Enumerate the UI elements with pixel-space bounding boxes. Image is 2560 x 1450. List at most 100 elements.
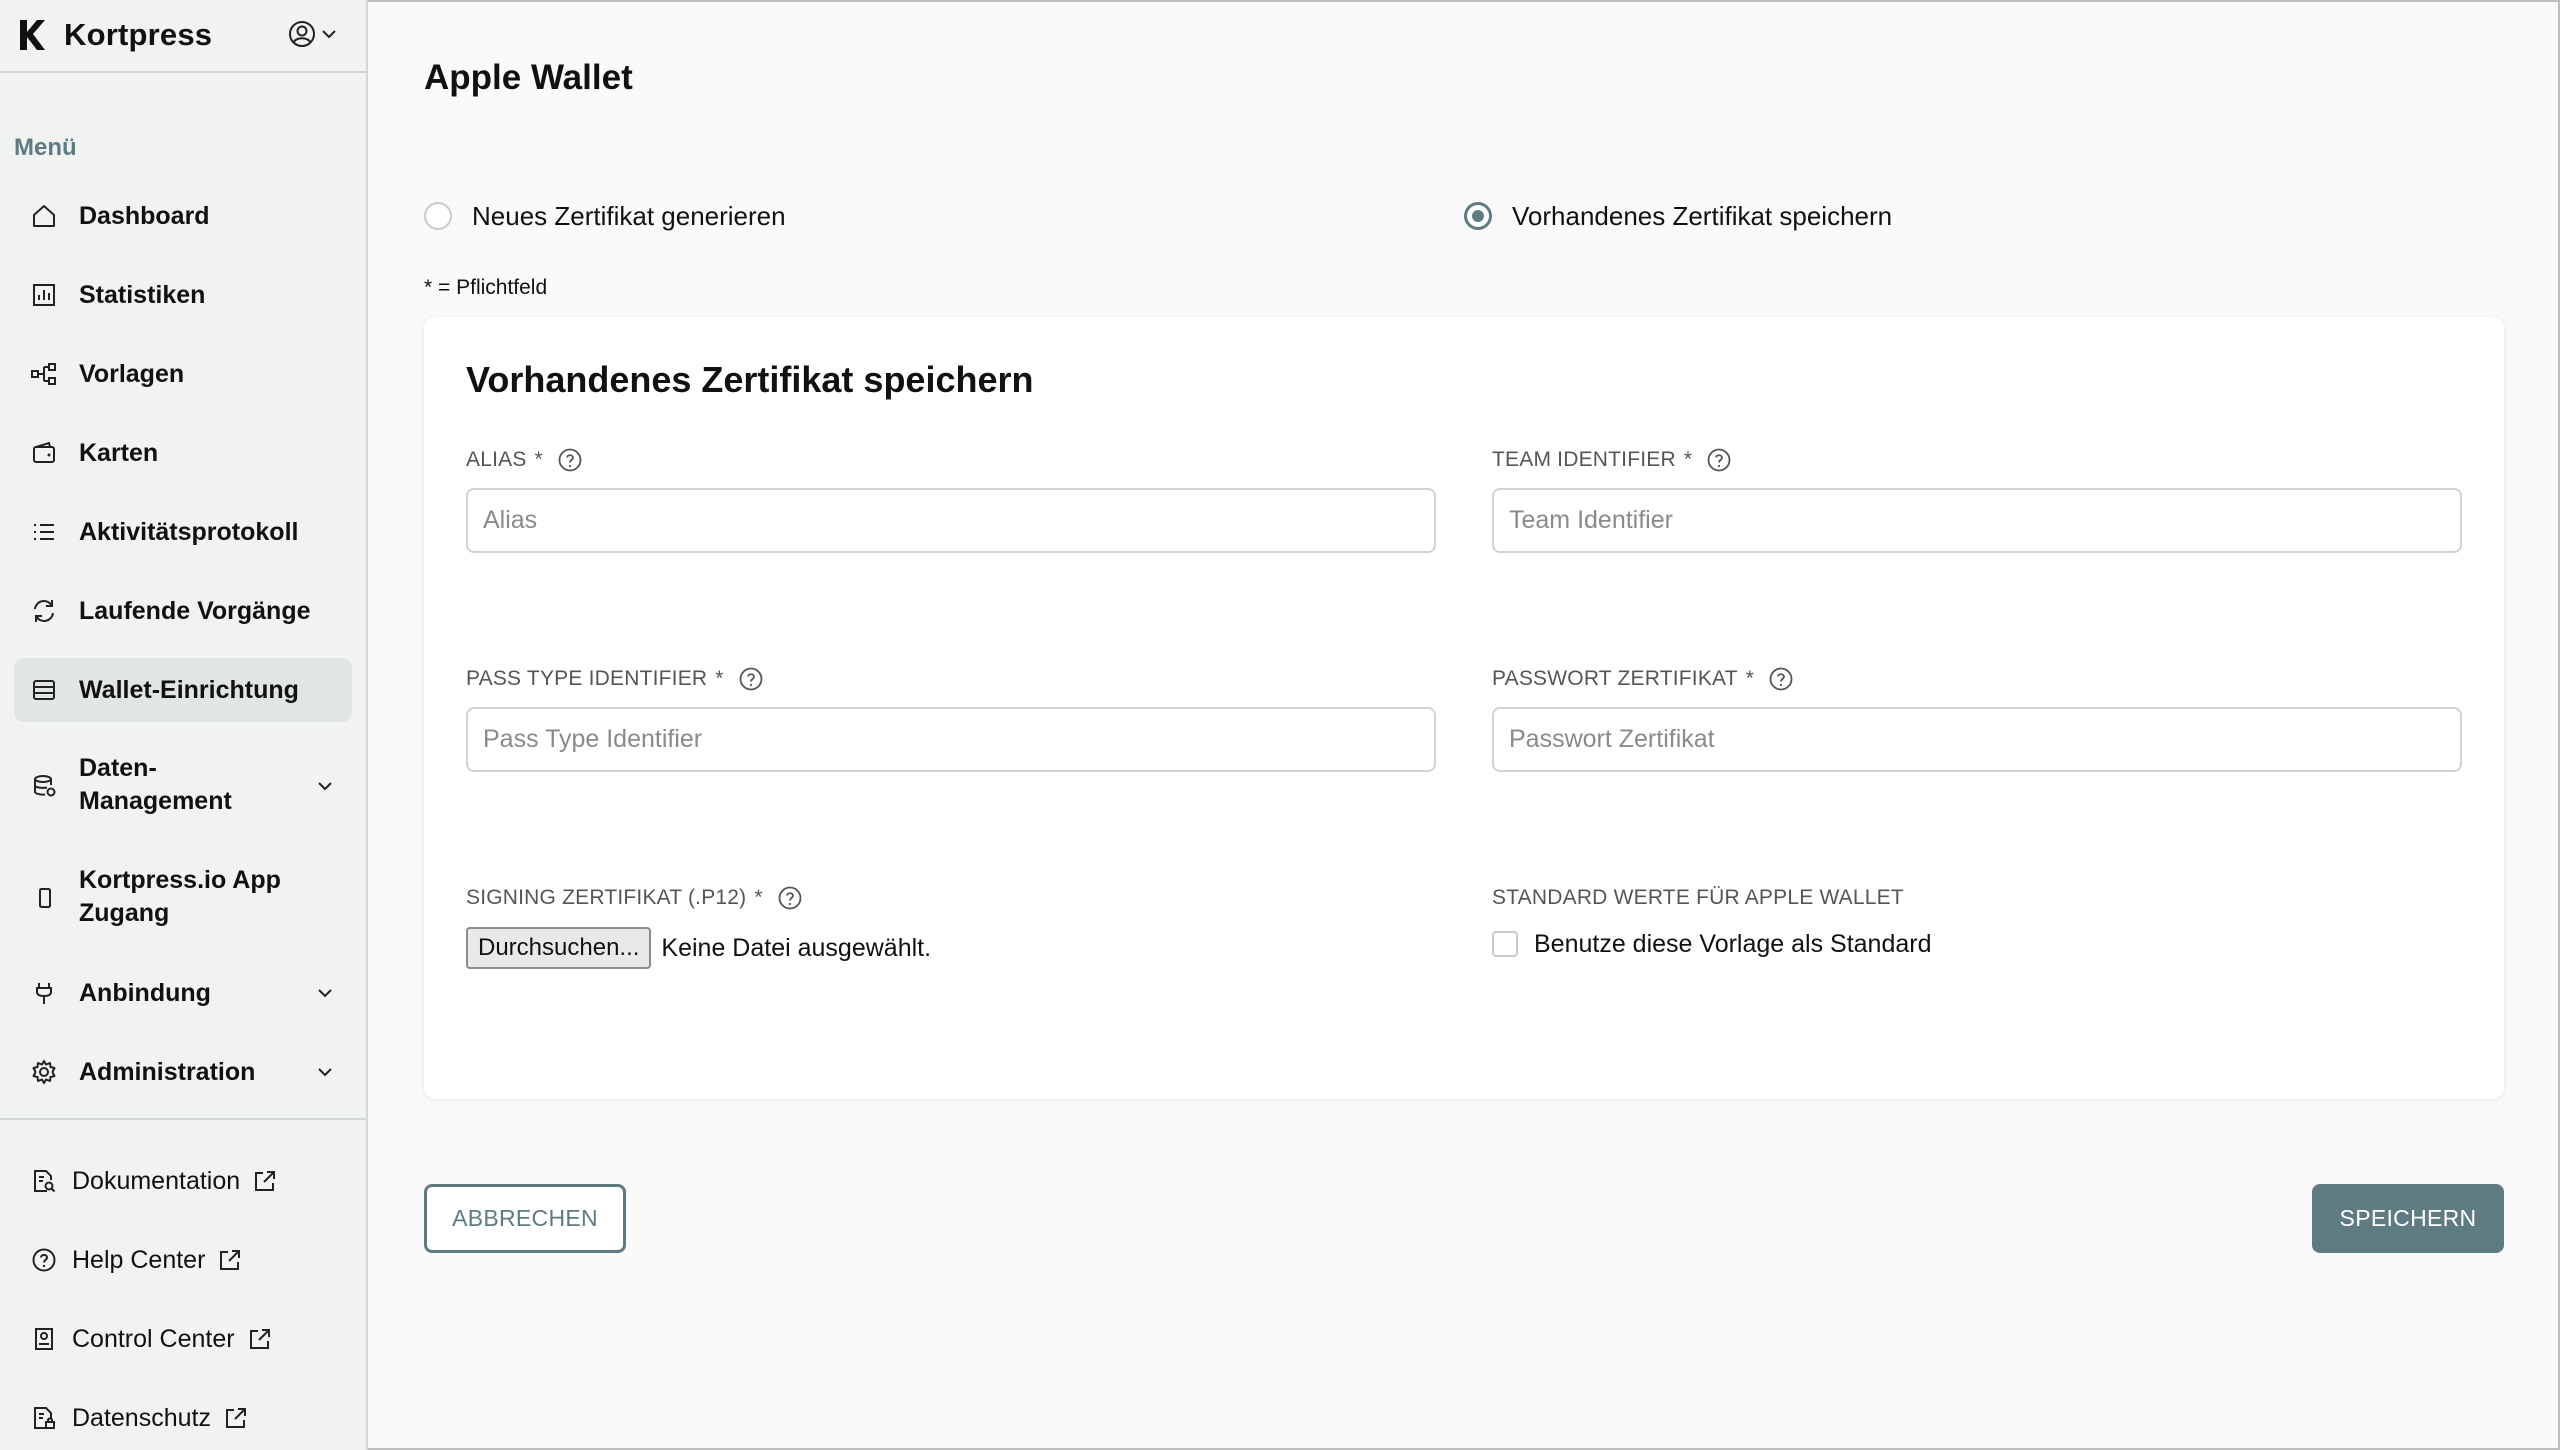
required-marker: *: [534, 448, 543, 471]
standard-template-checkbox-row[interactable]: Benutze diese Vorlage als Standard: [1492, 926, 1932, 962]
external-link-datenschutz[interactable]: Datenschutz: [14, 1393, 249, 1443]
help-icon[interactable]: [777, 885, 803, 911]
sidebar-item-statistiken[interactable]: Statistiken: [14, 263, 352, 327]
standard-werte-label: STANDARD WERTE FÜR APPLE WALLET: [1492, 883, 1904, 913]
privacy-document-icon: [30, 1404, 58, 1432]
document-search-icon: [30, 1167, 58, 1195]
sidebar-item-label: Aktivitätsprotokoll: [79, 517, 299, 546]
brand-header: Kortpress: [0, 0, 366, 73]
chevron-down-icon: [314, 1061, 336, 1083]
wallet-setup-icon: [30, 676, 58, 704]
certificate-form-card: Vorhandenes Zertifikat speichern ALIAS *…: [424, 317, 2504, 1099]
alias-input[interactable]: [466, 488, 1436, 553]
sidebar-item-label-line1: Daten-: [79, 754, 157, 782]
sidebar-item-vorlagen[interactable]: Vorlagen: [14, 342, 352, 406]
external-link-label: Control Center: [72, 1324, 235, 1353]
save-button[interactable]: SPEICHERN: [2312, 1184, 2504, 1253]
radio-neues-zertifikat[interactable]: Neues Zertifikat generieren: [424, 198, 786, 234]
file-upload: Durchsuchen... Keine Datei ausgewählt.: [466, 927, 931, 969]
pass-type-identifier-input[interactable]: [466, 707, 1436, 772]
smartphone-icon: [30, 884, 58, 912]
sidebar-item-label: Kortpress.io App Zugang: [79, 864, 281, 930]
passwort-zertifikat-label: PASSWORT ZERTIFIKAT *: [1492, 664, 1794, 694]
standard-template-checkbox[interactable]: [1492, 931, 1518, 957]
required-marker: *: [754, 886, 763, 909]
sidebar-item-karten[interactable]: Karten: [14, 421, 352, 485]
passwort-zertifikat-input[interactable]: [1492, 707, 2462, 772]
help-circle-icon: [30, 1246, 58, 1274]
sidebar-item-wallet-einrichtung[interactable]: Wallet-Einrichtung: [14, 658, 352, 722]
file-status-text: Keine Datei ausgewählt.: [661, 933, 932, 962]
plug-icon: [30, 979, 58, 1007]
user-circle-icon: [288, 20, 316, 53]
help-icon[interactable]: [1768, 666, 1794, 692]
sidebar-divider: [0, 1118, 366, 1120]
sidebar-item-laufende-vorgaenge[interactable]: Laufende Vorgänge: [14, 579, 352, 643]
alias-label-text: ALIAS: [466, 448, 527, 471]
sidebar-item-label-line2: Zugang: [79, 899, 170, 927]
cancel-button[interactable]: ABBRECHEN: [424, 1184, 626, 1253]
browse-file-button[interactable]: Durchsuchen...: [466, 927, 652, 969]
brand-name[interactable]: Kortpress: [64, 17, 212, 53]
required-marker: *: [1745, 667, 1755, 690]
team-identifier-label-text: TEAM IDENTIFIER: [1492, 448, 1676, 471]
external-link-icon: [223, 1405, 249, 1431]
sidebar-item-label: Anbindung: [79, 978, 211, 1007]
team-identifier-label: TEAM IDENTIFIER *: [1492, 445, 1732, 475]
chevron-down-icon: [314, 982, 336, 1004]
sidebar-item-anbindung[interactable]: Anbindung: [14, 961, 352, 1025]
radio-button-selected[interactable]: [1464, 202, 1492, 230]
external-link-label: Help Center: [72, 1245, 206, 1274]
standard-werte-label-text: STANDARD WERTE FÜR APPLE WALLET: [1492, 886, 1904, 909]
templates-icon: [30, 360, 58, 388]
alias-label: ALIAS *: [466, 445, 583, 475]
help-icon[interactable]: [1706, 447, 1732, 473]
pass-type-identifier-label: PASS TYPE IDENTIFIER *: [466, 664, 764, 694]
chevron-down-icon: [320, 25, 338, 48]
team-identifier-input[interactable]: [1492, 488, 2462, 553]
wallet-card-icon: [30, 439, 58, 467]
help-icon[interactable]: [557, 447, 583, 473]
control-center-icon: [30, 1325, 58, 1353]
sidebar-item-aktivitaetsprotokoll[interactable]: Aktivitätsprotokoll: [14, 500, 352, 564]
sidebar-item-label: Daten- Management: [79, 752, 232, 818]
sidebar-item-label-line2: Management: [79, 787, 232, 815]
checkbox-label: Benutze diese Vorlage als Standard: [1534, 929, 1932, 958]
external-link-icon: [252, 1168, 278, 1194]
required-marker: *: [715, 667, 724, 690]
sidebar: Kortpress Menü Dashboard Statistiken Vor…: [0, 0, 368, 1450]
radio-label: Neues Zertifikat generieren: [472, 200, 786, 231]
kortpress-logo-icon[interactable]: [18, 18, 46, 52]
radio-vorhandenes-zertifikat[interactable]: Vorhandenes Zertifikat speichern: [1464, 198, 1892, 234]
external-link-icon: [217, 1247, 243, 1273]
external-link-dokumentation[interactable]: Dokumentation: [14, 1156, 278, 1206]
bar-chart-icon: [30, 281, 58, 309]
required-marker: *: [1683, 448, 1693, 471]
external-link-label: Dokumentation: [72, 1166, 241, 1195]
sidebar-item-label: Karten: [79, 438, 159, 467]
user-menu[interactable]: [288, 20, 344, 52]
radio-button[interactable]: [424, 202, 452, 230]
list-icon: [30, 518, 58, 546]
home-icon: [30, 202, 58, 230]
sidebar-item-label: Vorlagen: [79, 359, 185, 388]
sidebar-item-dashboard[interactable]: Dashboard: [14, 184, 352, 248]
external-link-control-center[interactable]: Control Center: [14, 1314, 273, 1364]
sidebar-item-label: Administration: [79, 1057, 256, 1086]
page-title: Apple Wallet: [424, 58, 633, 97]
refresh-icon: [30, 597, 58, 625]
sidebar-item-administration[interactable]: Administration: [14, 1040, 352, 1104]
pass-type-identifier-label-text: PASS TYPE IDENTIFIER: [466, 667, 708, 690]
form-title: Vorhandenes Zertifikat speichern: [466, 359, 1034, 400]
gear-icon: [30, 1058, 58, 1086]
signing-zertifikat-label-text: SIGNING ZERTIFIKAT (.P12): [466, 886, 747, 909]
sidebar-item-daten-management[interactable]: Daten- Management: [14, 750, 352, 822]
external-link-help-center[interactable]: Help Center: [14, 1235, 243, 1285]
database-icon: [30, 772, 58, 800]
required-field-note: * = Pflichtfeld: [424, 276, 548, 299]
sidebar-item-app-zugang[interactable]: Kortpress.io App Zugang: [14, 862, 352, 934]
help-icon[interactable]: [738, 666, 764, 692]
sidebar-item-label-line1: Kortpress.io App: [79, 866, 281, 894]
radio-label: Vorhandenes Zertifikat speichern: [1512, 200, 1893, 231]
chevron-down-icon: [314, 775, 336, 797]
